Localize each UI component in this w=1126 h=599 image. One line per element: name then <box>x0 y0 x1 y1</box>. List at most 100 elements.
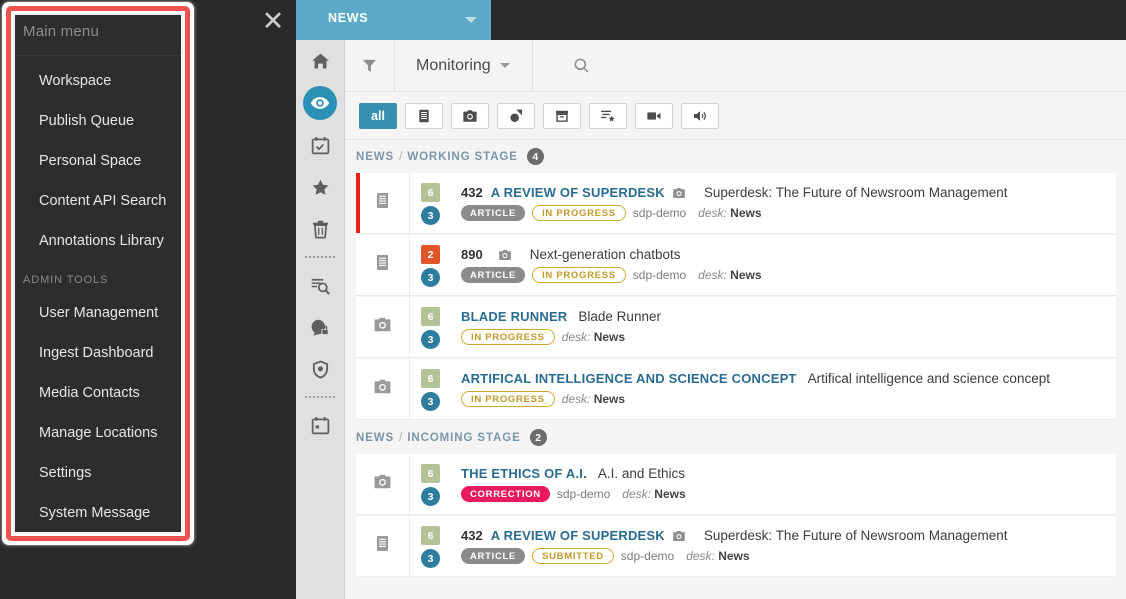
menu-item-user-management[interactable]: User Management <box>15 293 181 333</box>
monitoring-title-dropdown[interactable]: Monitoring <box>394 40 533 91</box>
rail-item-spike-trash[interactable] <box>296 208 344 250</box>
video-camera-icon <box>646 108 662 124</box>
rail-item-user-privileges[interactable] <box>296 306 344 348</box>
item-version-badge: 6 <box>421 369 440 388</box>
item-headline: Artifical intelligence and science conce… <box>807 371 1050 386</box>
menu-item-personal-space[interactable]: Personal Space <box>15 141 181 181</box>
filter-all-chip[interactable]: all <box>359 102 397 129</box>
stage-item-count: 2 <box>529 429 547 446</box>
item-version-badge: 2 <box>421 245 440 264</box>
item-author: sdp-demo <box>632 206 687 220</box>
menu-item-ingest-dashboard[interactable]: Ingest Dashboard <box>15 333 181 373</box>
item-headline: Superdesk: The Future of Newsroom Manage… <box>703 185 1008 200</box>
list-item[interactable]: 6 3 BLADE RUNNER Blade Runner IN PROGRESS des… <box>356 297 1116 358</box>
item-badges: 23 <box>410 235 451 295</box>
item-badges: 63 <box>410 297 451 357</box>
item-desk-value: News <box>730 268 762 282</box>
search-button[interactable] <box>552 40 611 91</box>
filter-package-chip[interactable] <box>543 102 581 129</box>
rail-item-highlights-star[interactable] <box>296 166 344 208</box>
camera-icon <box>373 377 392 401</box>
item-meta-line: IN PROGRESS desk: News <box>461 329 1116 345</box>
list-item[interactable]: 6 3 432 A REVIEW OF SUPERDESK Superdesk: The… <box>356 173 1116 234</box>
item-slugline: A REVIEW OF SUPERDESK <box>490 185 665 200</box>
list-item[interactable]: 6 3 ARTIFICAL INTELLIGENCE AND SCIENCE CON… <box>356 359 1116 420</box>
rail-divider <box>296 390 344 404</box>
home-icon <box>310 51 331 72</box>
item-meta-line: IN PROGRESS desk: News <box>461 391 1116 407</box>
menu-item-settings[interactable]: Settings <box>15 453 181 493</box>
filter-picture-chip[interactable] <box>451 102 489 129</box>
audio-speaker-icon <box>692 108 708 124</box>
item-slugline: A REVIEW OF SUPERDESK <box>490 528 665 543</box>
status-badge: SUBMITTED <box>532 548 614 564</box>
menu-item-manage-locations[interactable]: Manage Locations <box>15 413 181 453</box>
list-item[interactable]: 6 3 432 A REVIEW OF SUPERDESK Superdesk: The… <box>356 516 1116 577</box>
item-stage-badge: 3 <box>421 487 440 506</box>
filter-video-chip[interactable] <box>635 102 673 129</box>
rail-item-calendar[interactable] <box>296 404 344 446</box>
item-version-badge: 6 <box>421 307 440 326</box>
filter-composite-chip[interactable] <box>589 102 627 129</box>
item-headline: Superdesk: The Future of Newsroom Manage… <box>703 528 1008 543</box>
close-icon[interactable]: ✕ <box>258 6 288 36</box>
item-desk-label: desk: <box>561 330 591 344</box>
rail-item-tasks-calendar[interactable] <box>296 124 344 166</box>
item-version-badge: 6 <box>421 526 440 545</box>
content-type-filter-row: all <box>345 92 1126 140</box>
menu-item-system-message[interactable]: System Message <box>15 493 181 532</box>
text-document-icon <box>373 191 392 215</box>
menu-item-content-api-search[interactable]: Content API Search <box>15 181 181 221</box>
camera-icon <box>498 248 512 262</box>
monitoring-list[interactable]: NEWS / WORKING STAGE 4 6 3 432 A REVIEW OF SUPE… <box>345 140 1126 599</box>
item-title-line: BLADE RUNNER Blade Runner <box>461 309 1116 324</box>
list-item[interactable]: 2 3 890 Next-generation chatbots ARTICLE IN P… <box>356 235 1116 296</box>
filter-icon[interactable] <box>345 40 395 91</box>
item-meta-line: CORRECTION sdp-demo desk: News <box>461 486 1116 502</box>
item-headline: A.I. and Ethics <box>597 466 685 481</box>
chevron-down-icon[interactable] <box>465 17 477 23</box>
rail-item-monitoring-eye[interactable] <box>296 82 344 124</box>
menu-item-workspace[interactable]: Workspace <box>15 61 181 101</box>
menu-item-media-contacts[interactable]: Media Contacts <box>15 373 181 413</box>
item-body: THE ETHICS OF A.I. A.I. and Ethics CORRECT… <box>451 454 1116 514</box>
main-menu-panel: Main menu Workspace Publish Queue Personal… <box>15 15 181 532</box>
status-badge: ARTICLE <box>461 205 526 221</box>
item-desk: desk: News <box>686 549 749 563</box>
item-desk-label: desk: <box>622 487 651 501</box>
status-badge: IN PROGRESS <box>461 391 555 407</box>
item-meta-line: ARTICLE IN PROGRESS sdp-demo desk: News <box>461 267 1116 283</box>
item-body: 432 A REVIEW OF SUPERDESK Superdesk: The F… <box>451 173 1116 233</box>
monitoring-eye-icon <box>303 86 337 120</box>
item-slugline: ARTIFICAL INTELLIGENCE AND SCIENCE CONCE… <box>461 371 797 386</box>
camera-icon <box>672 186 686 200</box>
desk-tab-bar: NEWS <box>296 0 1126 40</box>
composite-list-star-icon <box>600 108 616 124</box>
filter-graphic-chip[interactable] <box>497 102 535 129</box>
rail-item-security-shield[interactable] <box>296 348 344 390</box>
menu-item-annotations-library[interactable]: Annotations Library <box>15 221 181 261</box>
stage-desk-name: NEWS <box>356 150 395 163</box>
stage-header[interactable]: NEWS / INCOMING STAGE 2 <box>345 421 1126 454</box>
rail-item-home[interactable] <box>296 40 344 82</box>
item-slugline: BLADE RUNNER <box>461 309 568 324</box>
stage-header[interactable]: NEWS / WORKING STAGE 4 <box>345 140 1126 173</box>
monitoring-toolbar: Monitoring <box>345 40 1126 92</box>
item-badges: 63 <box>410 359 451 419</box>
camera-icon <box>373 315 392 339</box>
highlights-star-icon <box>310 177 331 198</box>
item-type-icon-cell <box>356 297 410 357</box>
item-desk: desk: News <box>562 330 625 344</box>
filter-text-chip[interactable] <box>405 102 443 129</box>
icon-rail <box>296 40 345 599</box>
item-desk-value: News <box>718 549 750 563</box>
filter-audio-chip[interactable] <box>681 102 719 129</box>
item-desk: desk: News <box>698 268 761 282</box>
rail-item-search-document[interactable] <box>296 264 344 306</box>
list-item[interactable]: 6 3 THE ETHICS OF A.I. A.I. and Ethics CORRE… <box>356 454 1116 515</box>
item-stage-badge: 3 <box>421 268 440 287</box>
tab-news-label: NEWS <box>328 11 369 25</box>
menu-item-publish-queue[interactable]: Publish Queue <box>15 101 181 141</box>
item-meta-line: ARTICLE SUBMITTED sdp-demo desk: News <box>461 548 1116 564</box>
tab-news[interactable]: NEWS <box>296 0 491 40</box>
